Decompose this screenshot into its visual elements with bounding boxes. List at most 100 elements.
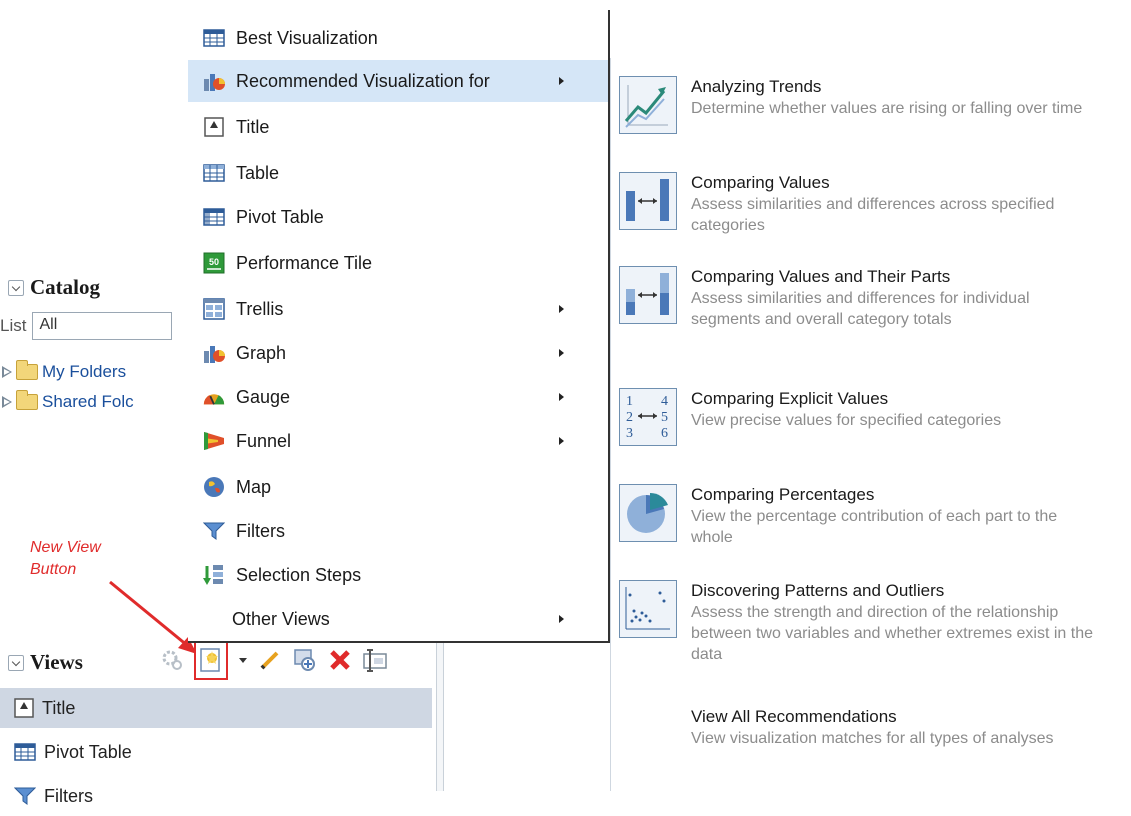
recommended-visualization-submenu: Analyzing Trends Determine whether value…	[610, 58, 1131, 791]
expand-triangle-icon[interactable]	[2, 396, 12, 408]
menu-item-trellis[interactable]: Trellis	[188, 288, 608, 330]
menu-item-label: Other Views	[232, 608, 330, 629]
settings-gear-icon[interactable]	[160, 648, 184, 672]
views-title: Views	[30, 650, 83, 674]
menu-item-label: Filters	[236, 520, 285, 541]
menu-item-map[interactable]: Map	[188, 466, 608, 508]
submenu-item-comparing-values[interactable]: Comparing Values Assess similarities and…	[619, 172, 1124, 236]
gauge-icon	[202, 385, 226, 409]
view-row-title[interactable]: Title	[0, 688, 432, 728]
map-icon	[202, 475, 226, 499]
panel-splitter[interactable]	[436, 640, 444, 791]
submenu-item-comparing-values-parts[interactable]: Comparing Values and Their Parts Assess …	[619, 266, 1124, 330]
filter-icon	[202, 519, 226, 543]
view-row-label: Pivot Table	[44, 741, 132, 762]
view-row-label: Filters	[44, 785, 93, 806]
menu-item-title[interactable]: Title	[188, 106, 608, 148]
filter-icon	[14, 787, 36, 805]
menu-item-other-views[interactable]: Other Views	[188, 598, 608, 640]
trellis-icon	[202, 297, 226, 321]
title-icon	[14, 698, 34, 718]
annotation-line: New View	[30, 539, 101, 556]
submenu-item-comparing-percentages[interactable]: Comparing Percentages View the percentag…	[619, 484, 1124, 548]
collapse-chevron-icon[interactable]	[8, 279, 24, 296]
submenu-item-analyzing-trends[interactable]: Analyzing Trends Determine whether value…	[619, 76, 1124, 134]
graph-icon	[202, 69, 226, 93]
catalog-list-filter: List All	[0, 312, 173, 340]
graph-icon	[202, 341, 226, 365]
folder-icon	[16, 390, 38, 410]
menu-item-graph[interactable]: Graph	[188, 332, 608, 374]
delete-x-icon[interactable]	[328, 648, 352, 672]
title-icon	[202, 115, 226, 139]
add-to-layout-icon[interactable]	[292, 647, 318, 673]
collapse-chevron-icon[interactable]	[8, 654, 24, 671]
edit-pencil-icon[interactable]	[258, 648, 282, 672]
menu-item-funnel[interactable]: Funnel	[188, 420, 608, 462]
properties-icon[interactable]	[362, 647, 388, 673]
submenu-item-title: Comparing Percentages	[691, 485, 875, 504]
new-view-icon	[200, 648, 220, 672]
menu-item-label: Recommended Visualization for	[236, 70, 490, 91]
submenu-item-title: Analyzing Trends	[691, 77, 822, 96]
folder-icon	[16, 360, 38, 380]
performance-tile-icon: 50	[202, 251, 226, 275]
pivot-table-icon	[14, 743, 36, 761]
number-glyph: 5	[661, 410, 668, 425]
tree-item-shared-folders[interactable]: Shared Folc	[2, 390, 134, 412]
view-row-filters[interactable]: Filters	[0, 776, 432, 816]
list-select[interactable]: All	[32, 312, 173, 340]
menu-item-performance-tile[interactable]: 50 Performance Tile	[188, 242, 608, 284]
menu-item-selection-steps[interactable]: Selection Steps	[188, 554, 608, 596]
submenu-item-description: Assess similarities and differences for …	[691, 290, 1030, 328]
trend-line-icon	[619, 76, 677, 134]
menu-item-pivot-table[interactable]: Pivot Table	[188, 196, 608, 238]
number-glyph: 2	[626, 410, 633, 425]
table-grid-icon	[202, 26, 226, 50]
submenu-item-description: Determine whether values are rising or f…	[691, 100, 1083, 117]
submenu-arrow-icon	[559, 437, 564, 445]
submenu-item-title: View All Recommendations	[691, 707, 897, 726]
submenu-item-title: Comparing Explicit Values	[691, 389, 889, 408]
tree-item-my-folders[interactable]: My Folders	[2, 360, 127, 382]
menu-item-best-visualization[interactable]: Best Visualization	[188, 17, 608, 59]
submenu-item-comparing-explicit-values[interactable]: 1 2 3 4 5 6 Comparing Explicit Values Vi…	[619, 388, 1124, 446]
submenu-item-description: View the percentage contribution of each…	[691, 508, 1058, 546]
dropdown-arrow-icon[interactable]	[238, 655, 248, 665]
stacked-compare-icon	[619, 266, 677, 324]
table-icon	[202, 161, 226, 185]
numbers-compare-icon: 1 2 3 4 5 6	[619, 388, 677, 446]
new-view-annotation: New View Button	[30, 537, 101, 581]
submenu-item-title: Comparing Values	[691, 173, 830, 192]
menu-item-label: Gauge	[236, 386, 291, 407]
submenu-item-title: Discovering Patterns and Outliers	[691, 581, 945, 600]
view-row-pivot-table[interactable]: Pivot Table	[0, 732, 432, 772]
submenu-arrow-icon	[559, 305, 564, 313]
view-row-label: Title	[42, 697, 76, 718]
menu-item-recommended-visualization[interactable]: Recommended Visualization for	[188, 60, 608, 102]
scatter-icon	[619, 580, 677, 638]
list-label: List	[0, 316, 27, 335]
menu-item-label: Table	[236, 162, 280, 183]
submenu-item-discovering-patterns[interactable]: Discovering Patterns and Outliers Assess…	[619, 580, 1124, 665]
tree-item-label: Shared Folc	[42, 392, 134, 411]
number-glyph: 4	[661, 394, 668, 409]
expand-triangle-icon[interactable]	[2, 366, 12, 378]
new-view-button[interactable]	[194, 640, 228, 680]
submenu-item-description: View visualization matches for all types…	[691, 730, 1054, 747]
submenu-item-view-all-recommendations[interactable]: View All Recommendations View visualizat…	[619, 706, 1124, 764]
menu-item-gauge[interactable]: Gauge	[188, 376, 608, 418]
views-toolbar	[160, 640, 388, 680]
annotation-line: Button	[30, 561, 77, 578]
compare-bars-icon	[619, 172, 677, 230]
catalog-header[interactable]: Catalog	[8, 275, 100, 300]
views-header[interactable]: Views	[8, 650, 83, 675]
menu-item-label: Funnel	[236, 430, 292, 451]
menu-item-table[interactable]: Table	[188, 152, 608, 194]
new-view-menu: Best Visualization Recommended Visualiza…	[188, 10, 610, 643]
submenu-item-description: View precise values for specified catego…	[691, 412, 1002, 429]
menu-item-filters[interactable]: Filters	[188, 510, 608, 552]
tree-item-label: My Folders	[42, 362, 127, 381]
empty-icon-slot	[619, 706, 677, 764]
funnel-icon	[202, 429, 226, 453]
